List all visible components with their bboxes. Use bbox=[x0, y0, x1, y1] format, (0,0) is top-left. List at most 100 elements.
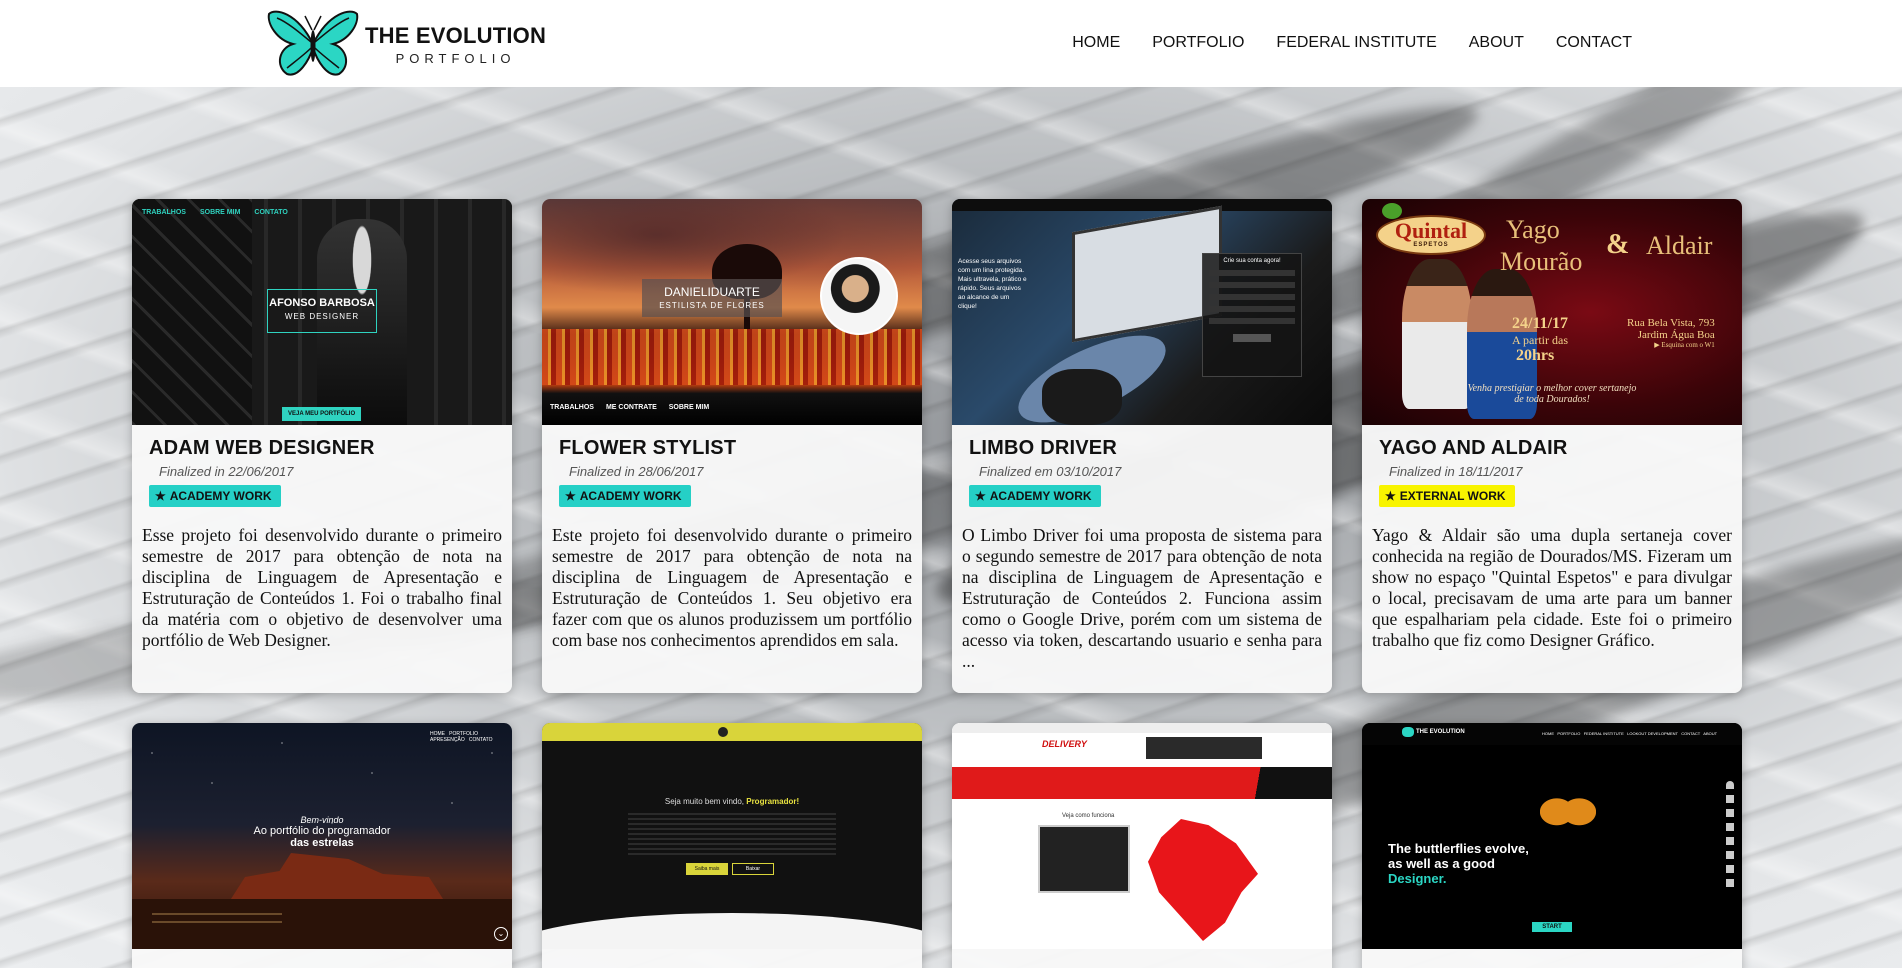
card-preview-image: Seja muito bem vindo, Programador! Saiba… bbox=[542, 723, 922, 949]
preview-nav-item: SOBRE MIM bbox=[668, 404, 710, 411]
card-date: Finalized in 18/11/2017 bbox=[1389, 464, 1523, 479]
card-date: Finalized in 22/06/2017 bbox=[159, 464, 294, 479]
preview-brand-sub: ESPETOS bbox=[1413, 242, 1449, 248]
butterfly-logo-icon bbox=[267, 10, 359, 76]
preview-hero-line: as well as a good bbox=[1388, 856, 1495, 871]
preview-nav-item: SOBRE MIM bbox=[199, 209, 241, 216]
portfolio-card-delivery[interactable]: DELIVERY Veja como funciona bbox=[952, 723, 1332, 968]
preview-start-button: START bbox=[1532, 922, 1572, 932]
badge-label: ACADEMY WORK bbox=[169, 489, 272, 503]
preview-nav: HOME PORTFOLIO APRESENÇÃO CONTATO bbox=[430, 731, 493, 743]
portfolio-card-flower[interactable]: DANIELIDUARTE ESTILISTA DE FLORES TRABAL… bbox=[542, 199, 922, 693]
badge-label: EXTERNAL WORK bbox=[1399, 489, 1506, 503]
preview-hero-line: Ao portfólio do programador bbox=[253, 825, 391, 837]
card-preview-image: THE EVOLUTION HOME PORTFOLIO FEDERAL INS… bbox=[1362, 723, 1742, 949]
preview-hero-line: Designer. bbox=[1388, 871, 1447, 886]
portfolio-card-yago[interactable]: Quintal ESPETOS Yago Mourão & Aldair 24/… bbox=[1362, 199, 1742, 693]
preview-nav-item: ME CONTRATE bbox=[605, 404, 657, 411]
preview-mourao: Mourão bbox=[1500, 247, 1583, 276]
portfolio-card-programmer[interactable]: Seja muito bem vindo, Programador! Saiba… bbox=[542, 723, 922, 968]
preview-social-icons bbox=[1726, 781, 1734, 893]
preview-brand: Quintal bbox=[1394, 218, 1468, 243]
card-description: O Limbo Driver foi uma proposta de siste… bbox=[962, 525, 1322, 671]
preview-welcome-text: Seja muito bem vindo, bbox=[664, 797, 747, 806]
academy-work-badge: ★ ACADEMY WORK bbox=[149, 485, 281, 507]
nav-about[interactable]: ABOUT bbox=[1469, 34, 1524, 52]
star-icon: ★ bbox=[975, 489, 986, 503]
preview-hero: The buttlerflies evolve, as well as a go… bbox=[1388, 841, 1529, 886]
preview-address: Rua Bela Vista, 793 Jardim Água Boa ▶ Es… bbox=[1627, 317, 1715, 349]
preview-tagline: Acesse seus arquivos com um Iina protegi… bbox=[958, 258, 1027, 310]
preview-logo: THE EVOLUTION bbox=[1416, 729, 1465, 735]
preview-hero-line: das estrelas bbox=[290, 837, 354, 849]
card-date: Finalized in 28/06/2017 bbox=[569, 464, 704, 479]
card-preview-image: HOME PORTFOLIO APRESENÇÃO CONTATO Bem-vi… bbox=[132, 723, 512, 949]
preview-hero-line: Bem-vindo bbox=[300, 815, 344, 825]
nav-portfolio[interactable]: PORTFOLIO bbox=[1152, 34, 1244, 52]
external-work-badge: ★ EXTERNAL WORK bbox=[1379, 485, 1515, 507]
preview-address-line: Jardim Água Boa bbox=[1637, 329, 1715, 341]
preview-ampersand: & bbox=[1606, 229, 1630, 260]
preview-brand: DELIVERY bbox=[1042, 739, 1087, 749]
academy-work-badge: ★ ACADEMY WORK bbox=[559, 485, 691, 507]
card-title: FLOWER STYLIST bbox=[559, 437, 737, 459]
card-title: YAGO AND ALDAIR bbox=[1379, 437, 1568, 459]
preview-yago: Yago bbox=[1506, 215, 1560, 244]
preview-nav-item: CONTATO bbox=[254, 209, 288, 216]
preview-name: AFONSO BARBOSA bbox=[269, 297, 375, 309]
nav-contact[interactable]: CONTACT bbox=[1556, 34, 1632, 52]
logo-subtitle: PORTFOLIO bbox=[395, 50, 516, 66]
preview-hero: Bem-vindo Ao portfólio do programador da… bbox=[132, 815, 512, 849]
card-description: Yago & Aldair são uma dupla sertaneja co… bbox=[1372, 525, 1732, 650]
site-logo[interactable]: THE EVOLUTION PORTFOLIO bbox=[267, 8, 546, 80]
preview-nav: HOME PORTFOLIO FEDERAL INSTITUTE LOOKOUT… bbox=[1542, 731, 1718, 736]
preview-caption: Veja como funciona bbox=[1062, 813, 1115, 819]
preview-button-secondary: Baixar bbox=[732, 863, 774, 875]
card-title: LIMBO DRIVER bbox=[969, 437, 1117, 459]
badge-label: ACADEMY WORK bbox=[989, 489, 1092, 503]
preview-footer-line: Venha prestigiar o melhor cover sertanej… bbox=[1467, 383, 1637, 394]
preview-button: VEJA MEU PORTFÓLIO bbox=[282, 407, 362, 421]
preview-role: ESTILISTA DE FLORES bbox=[659, 301, 765, 310]
preview-time: 20hrs bbox=[1516, 347, 1555, 364]
preview-name: DANIELIDUARTE bbox=[664, 285, 760, 299]
star-icon: ★ bbox=[1385, 489, 1396, 503]
preview-hero-line: The buttlerflies evolve, bbox=[1388, 841, 1529, 856]
portfolio-card-adam[interactable]: TRABALHOS SOBRE MIM CONTATO AFONSO BARBO… bbox=[132, 199, 512, 693]
portfolio-card-evolution[interactable]: THE EVOLUTION HOME PORTFOLIO FEDERAL INS… bbox=[1362, 723, 1742, 968]
card-preview-image: DELIVERY Veja como funciona bbox=[952, 723, 1332, 949]
preview-role: WEB DESIGNER bbox=[284, 312, 360, 321]
logo-title: THE EVOLUTION bbox=[365, 22, 547, 48]
preview-nav-item: TRABALHOS bbox=[550, 404, 594, 411]
preview-welcome: Seja muito bem vindo, Programador! bbox=[542, 797, 922, 806]
preview-address-line: Rua Bela Vista, 793 bbox=[1627, 317, 1715, 329]
preview-nav: TRABALHOS ME CONTRATE SOBRE MIM bbox=[550, 404, 709, 411]
card-preview-image: Quintal ESPETOS Yago Mourão & Aldair 24/… bbox=[1362, 199, 1742, 425]
chevron-down-icon: ⌄ bbox=[494, 927, 508, 941]
main-nav: HOME PORTFOLIO FEDERAL INSTITUTE ABOUT C… bbox=[1040, 34, 1632, 52]
preview-from: A partir das bbox=[1512, 333, 1568, 347]
site-header: THE EVOLUTION PORTFOLIO HOME PORTFOLIO F… bbox=[0, 0, 1902, 87]
preview-nav-item: TRABALHOS bbox=[142, 209, 186, 216]
portfolio-card-limbo[interactable]: Acesse seus arquivos com um Iina protegi… bbox=[952, 199, 1332, 693]
card-preview-image: DANIELIDUARTE ESTILISTA DE FLORES TRABAL… bbox=[542, 199, 922, 425]
card-description: Este projeto foi desenvolvido durante o … bbox=[552, 525, 912, 650]
nav-home[interactable]: HOME bbox=[1072, 34, 1120, 52]
preview-welcome-highlight: Programador! bbox=[746, 797, 800, 806]
card-date: Finalized em 03/10/2017 bbox=[979, 464, 1122, 479]
card-description: Esse projeto foi desenvolvido durante o … bbox=[142, 525, 502, 650]
card-preview-image: TRABALHOS SOBRE MIM CONTATO AFONSO BARBO… bbox=[132, 199, 512, 425]
badge-label: ACADEMY WORK bbox=[579, 489, 682, 503]
preview-footer-line: de toda Dourados! bbox=[1514, 394, 1590, 405]
star-icon: ★ bbox=[155, 489, 166, 503]
card-title: ADAM WEB DESIGNER bbox=[149, 437, 375, 459]
academy-work-badge: ★ ACADEMY WORK bbox=[969, 485, 1101, 507]
star-icon: ★ bbox=[565, 489, 576, 503]
portfolio-card-stars[interactable]: HOME PORTFOLIO APRESENÇÃO CONTATO Bem-vi… bbox=[132, 723, 512, 968]
preview-address-line: ▶ Esquina com o W1 bbox=[1654, 341, 1715, 349]
preview-nav: TRABALHOS SOBRE MIM CONTATO bbox=[142, 209, 288, 216]
preview-footer: Venha prestigiar o melhor cover sertanej… bbox=[1362, 383, 1742, 405]
nav-federal-institute[interactable]: FEDERAL INSTITUTE bbox=[1276, 34, 1436, 52]
preview-button-primary: Saiba mais bbox=[686, 863, 728, 875]
preview-panel-title: Crie sua conta agora! bbox=[1223, 258, 1281, 264]
